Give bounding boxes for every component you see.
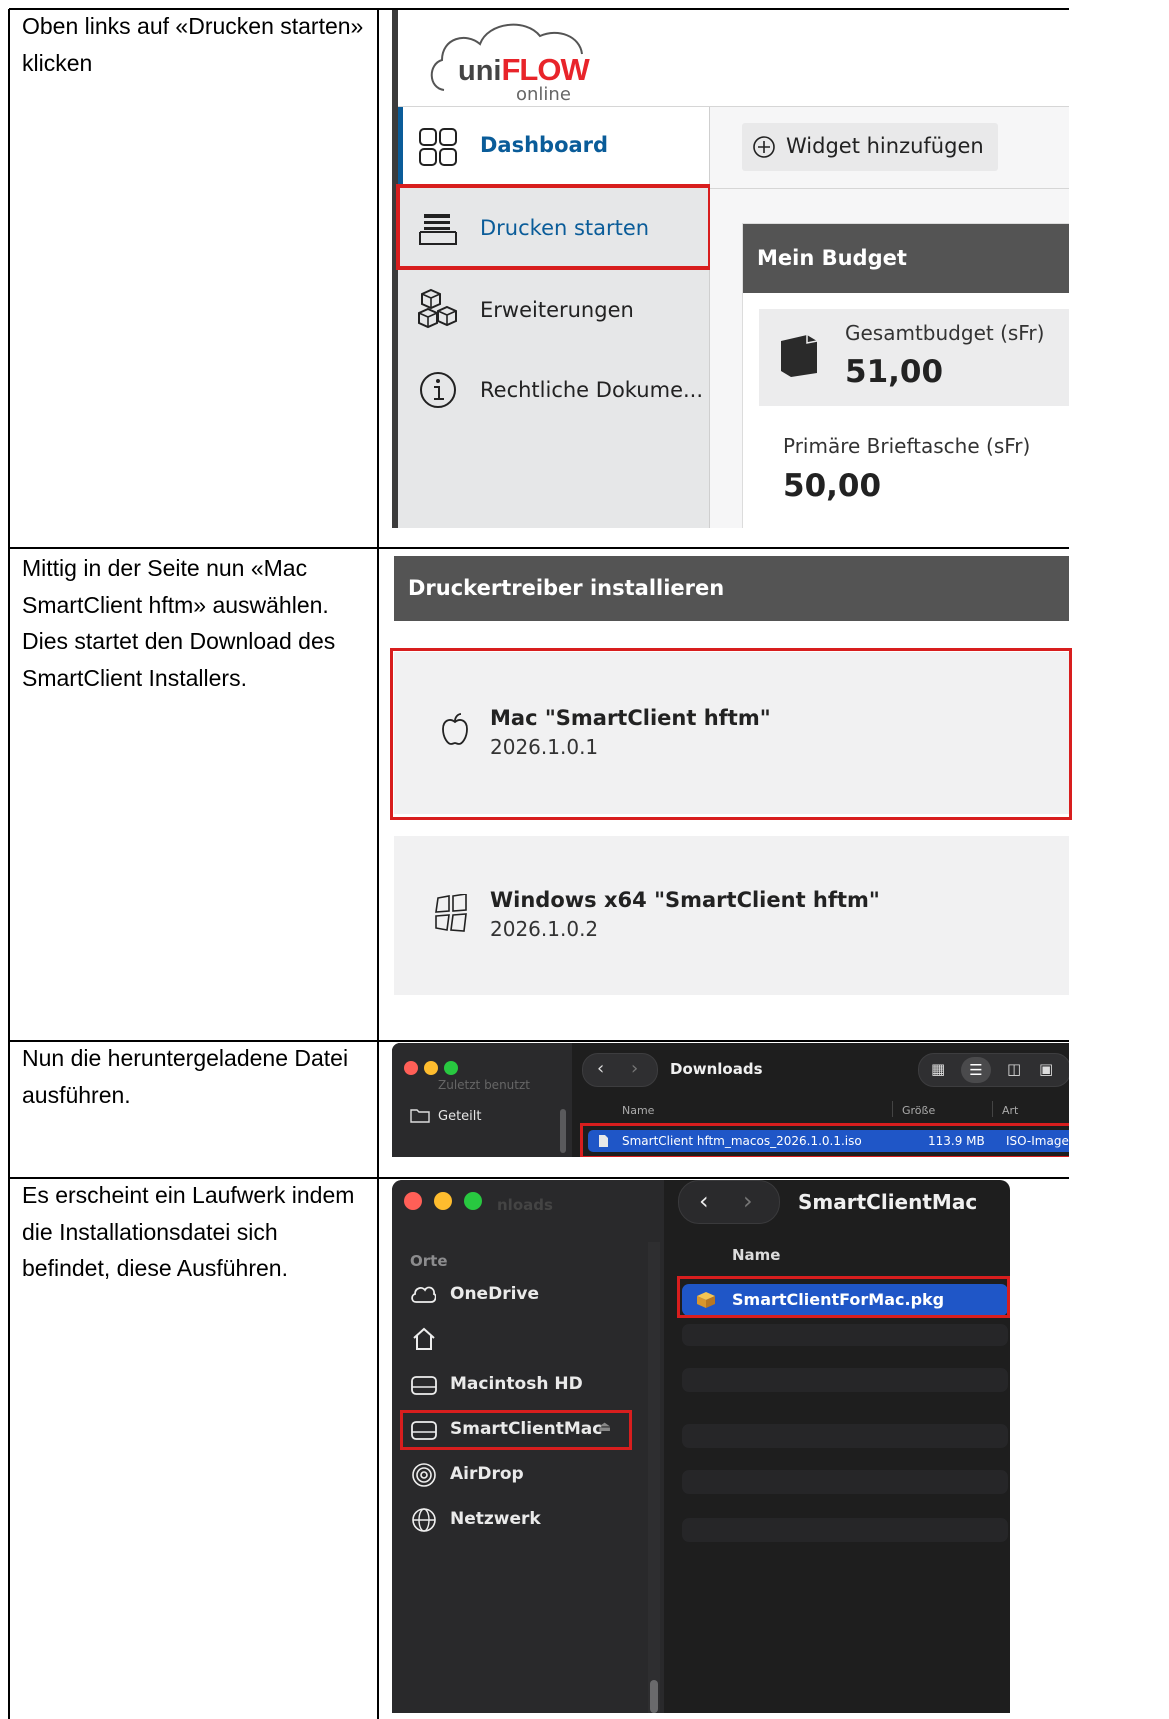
window-close-button[interactable] xyxy=(404,1192,422,1210)
budget-header: Mein Budget xyxy=(743,224,1069,293)
cubes-icon xyxy=(418,288,457,329)
network-globe-icon xyxy=(412,1508,436,1532)
empty-row xyxy=(682,1424,1008,1448)
gallery-view-icon[interactable]: ▣ xyxy=(1039,1060,1053,1078)
cloud-icon xyxy=(411,1286,436,1303)
sidebar-item-airdrop[interactable]: AirDrop xyxy=(450,1464,524,1484)
window-minimize-button[interactable] xyxy=(434,1192,452,1210)
empty-row xyxy=(682,1324,1008,1346)
widget-hinzufuegen-button[interactable]: Widget hinzufügen xyxy=(742,123,998,171)
drive-icon xyxy=(411,1376,437,1395)
sidebar-section-orte: Orte xyxy=(410,1252,448,1270)
instruction-step-1: Oben links auf «Drucken starten» klicken xyxy=(22,13,364,76)
empty-row xyxy=(682,1368,1008,1392)
finder-downloads-screenshot: Zuletzt benutzt Geteilt ‹ › Downloads ▦ … xyxy=(392,1043,1069,1157)
budget-card: Mein Budget Gesamtbudget (sFr) 51,00 Pri… xyxy=(742,223,1069,528)
sidebar-item-shared[interactable]: Geteilt xyxy=(438,1109,482,1124)
highlight-mac-driver xyxy=(390,648,1072,820)
driver-header-title: Druckertreiber installieren xyxy=(408,576,725,600)
finder-sidebar xyxy=(392,1043,572,1157)
sidebar-scrollbar[interactable] xyxy=(560,1109,566,1153)
column-header-size[interactable]: Größe xyxy=(902,1104,935,1117)
driver-item-windows[interactable]: Windows x64 "SmartClient hftm" 2026.1.0.… xyxy=(394,836,1069,995)
view-switcher[interactable]: ▦ ☰ ◫ ▣ xyxy=(918,1053,1069,1087)
total-budget-value: 51,00 xyxy=(845,354,944,390)
total-budget-box: Gesamtbudget (sFr) 51,00 xyxy=(759,309,1069,406)
highlight-pkg-file xyxy=(677,1276,1010,1318)
info-circle-icon xyxy=(420,372,456,408)
sidebar-scrollbar-track xyxy=(648,1242,660,1713)
wallet-value: 50,00 xyxy=(783,468,882,504)
windows-icon xyxy=(435,894,467,932)
chevron-left-icon[interactable]: ‹ xyxy=(699,1187,709,1215)
highlight-iso-file xyxy=(580,1123,1069,1157)
total-budget-label: Gesamtbudget (sFr) xyxy=(845,321,1045,345)
nav-back-forward[interactable]: ‹ › xyxy=(582,1053,658,1087)
driver-screenshot: Druckertreiber installieren Mac "SmartCl… xyxy=(390,556,1072,1001)
instruction-step-3: Nun die heruntergeladene Datei ausführen… xyxy=(22,1045,349,1108)
logo-uni: uni xyxy=(458,55,502,87)
shared-folder-icon xyxy=(410,1109,430,1123)
window-minimize-button[interactable] xyxy=(424,1061,438,1075)
table-border-left xyxy=(8,9,10,1719)
uniflow-screenshot: uniFLOW online Dashboard Drucken starten xyxy=(392,10,1069,528)
chevron-right-icon[interactable]: › xyxy=(631,1058,638,1079)
table-border-row1 xyxy=(9,547,1069,549)
column-header-name[interactable]: Name xyxy=(732,1246,780,1264)
wallet-label: Primäre Brieftasche (sFr) xyxy=(783,434,1031,458)
sidebar-item-label: Rechtliche Dokume... xyxy=(480,378,704,402)
window-zoom-button[interactable] xyxy=(464,1192,482,1210)
sidebar-item-label: Erweiterungen xyxy=(480,298,634,322)
logo-online: online xyxy=(516,84,571,105)
active-indicator xyxy=(398,107,403,186)
empty-row xyxy=(682,1470,1008,1494)
dashboard-grid-icon xyxy=(419,128,457,166)
home-icon[interactable] xyxy=(412,1327,436,1351)
sidebar-item-dashboard[interactable]: Dashboard xyxy=(398,107,709,186)
sidebar-item-rechtliche-dokumente[interactable]: Rechtliche Dokume... xyxy=(398,352,709,428)
driver-windows-version: 2026.1.0.2 xyxy=(490,917,599,941)
icon-view-icon[interactable]: ▦ xyxy=(931,1060,945,1078)
plus-circle-icon xyxy=(753,136,775,158)
column-header-name[interactable]: Name xyxy=(622,1104,654,1117)
window-close-button[interactable] xyxy=(404,1061,418,1075)
window-title: SmartClientMac xyxy=(798,1190,978,1214)
column-header-kind[interactable]: Art xyxy=(1002,1104,1018,1117)
sidebar-scrollbar[interactable] xyxy=(650,1680,658,1713)
sidebar-item-onedrive[interactable]: OneDrive xyxy=(450,1284,539,1304)
column-divider xyxy=(992,1101,993,1117)
chevron-right-icon[interactable]: › xyxy=(743,1187,753,1215)
empty-row xyxy=(682,1518,1008,1542)
toolbar-divider xyxy=(710,188,1069,189)
column-view-icon[interactable]: ◫ xyxy=(1007,1060,1021,1078)
chevron-left-icon[interactable]: ‹ xyxy=(597,1058,604,1079)
instruction-step-4: Es erscheint ein Laufwerk indem die Inst… xyxy=(22,1182,355,1281)
sidebar-item-macintosh-hd[interactable]: Macintosh HD xyxy=(450,1374,583,1394)
widget-button-label: Widget hinzufügen xyxy=(786,134,984,158)
table-border-middle xyxy=(377,9,379,1719)
sidebar-faded-downloads: nloads xyxy=(497,1196,553,1214)
logo-flow: FLOW xyxy=(501,52,590,87)
sidebar-item-erweiterungen[interactable]: Erweiterungen xyxy=(398,272,709,348)
logo-wordmark: uniFLOW xyxy=(458,52,590,88)
nav-back-forward[interactable]: ‹ › xyxy=(678,1180,780,1224)
list-view-icon[interactable]: ☰ xyxy=(961,1057,991,1083)
highlight-smartclientmac-volume xyxy=(400,1410,632,1450)
window-title: Downloads xyxy=(670,1060,763,1078)
column-divider xyxy=(892,1101,893,1117)
finder-volume-screenshot: nloads Orte OneDrive Macintosh HD SmartC… xyxy=(392,1180,1010,1713)
sidebar-item-netzwerk[interactable]: Netzwerk xyxy=(450,1509,541,1529)
budget-title: Mein Budget xyxy=(757,246,907,270)
uniflow-logo[interactable]: uniFLOW online xyxy=(422,14,592,105)
driver-header-bar: Druckertreiber installieren xyxy=(394,556,1069,621)
driver-windows-name: Windows x64 "SmartClient hftm" xyxy=(490,888,880,912)
sidebar-item-label: Dashboard xyxy=(480,133,609,157)
window-zoom-button[interactable] xyxy=(444,1061,458,1075)
instruction-step-2: Mittig in der Seite nun «Mac SmartClient… xyxy=(22,555,336,691)
wallet-icon xyxy=(781,335,818,377)
airdrop-icon xyxy=(412,1463,436,1487)
sidebar-item-recent[interactable]: Zuletzt benutzt xyxy=(438,1078,530,1092)
highlight-drucken-starten xyxy=(396,184,712,270)
